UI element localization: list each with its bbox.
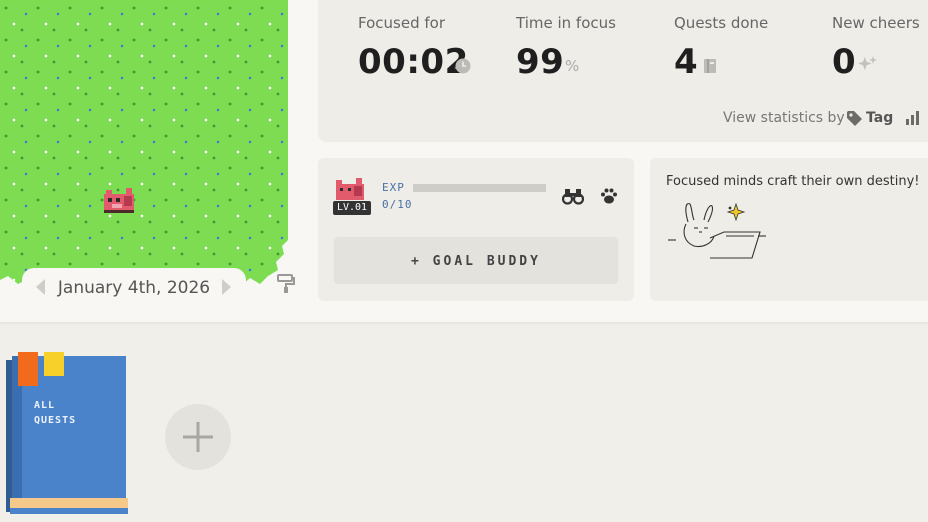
- new-cheers-label: New cheers: [832, 14, 920, 32]
- focused-for-value: 00:02: [358, 42, 469, 82]
- view-statistics-label: View statistics by: [723, 110, 845, 126]
- focused-for-label: Focused for: [358, 14, 445, 32]
- bunny-laptop-doodle: [668, 202, 766, 259]
- time-in-focus-label: Time in focus: [516, 14, 616, 32]
- quests-done-value: 4: [674, 42, 699, 82]
- goal-buddy-button[interactable]: + GOAL BUDDY: [334, 237, 618, 284]
- quests-done-label: Quests done: [674, 14, 769, 32]
- motivational-quote: Focused minds craft their own destiny!: [666, 174, 920, 189]
- next-date-button[interactable]: [222, 279, 231, 295]
- tag-icon[interactable]: [846, 110, 863, 127]
- new-cheers-value: 0: [832, 42, 857, 82]
- pet-avatar[interactable]: [334, 178, 366, 202]
- paw-icon[interactable]: [600, 187, 618, 205]
- binoculars-icon[interactable]: [562, 187, 584, 205]
- statistics-tag-option[interactable]: Tag: [866, 110, 893, 126]
- level-badge: LV.01: [333, 201, 371, 215]
- time-in-focus-value: 99: [516, 42, 565, 82]
- book-icon: [704, 59, 716, 73]
- cat-pet-sprite[interactable]: [102, 186, 136, 216]
- exp-label: EXP: [382, 181, 405, 194]
- current-date[interactable]: January 4th, 2026: [52, 278, 216, 298]
- grass-field: [0, 0, 288, 285]
- paint-roller-icon[interactable]: [277, 274, 295, 294]
- percent-unit: %: [565, 57, 580, 75]
- all-quests-notebook[interactable]: [6, 352, 128, 516]
- sparkle-icon: [858, 56, 877, 71]
- clock-icon: [455, 58, 471, 74]
- exp-progress-bar: [413, 184, 546, 192]
- exp-count: 0/10: [382, 198, 413, 211]
- bar-chart-icon[interactable]: [905, 110, 921, 126]
- prev-date-button[interactable]: [36, 279, 45, 295]
- all-quests-label: ALL QUESTS: [34, 400, 77, 426]
- section-divider: [0, 322, 928, 324]
- add-notebook-button[interactable]: [165, 404, 231, 470]
